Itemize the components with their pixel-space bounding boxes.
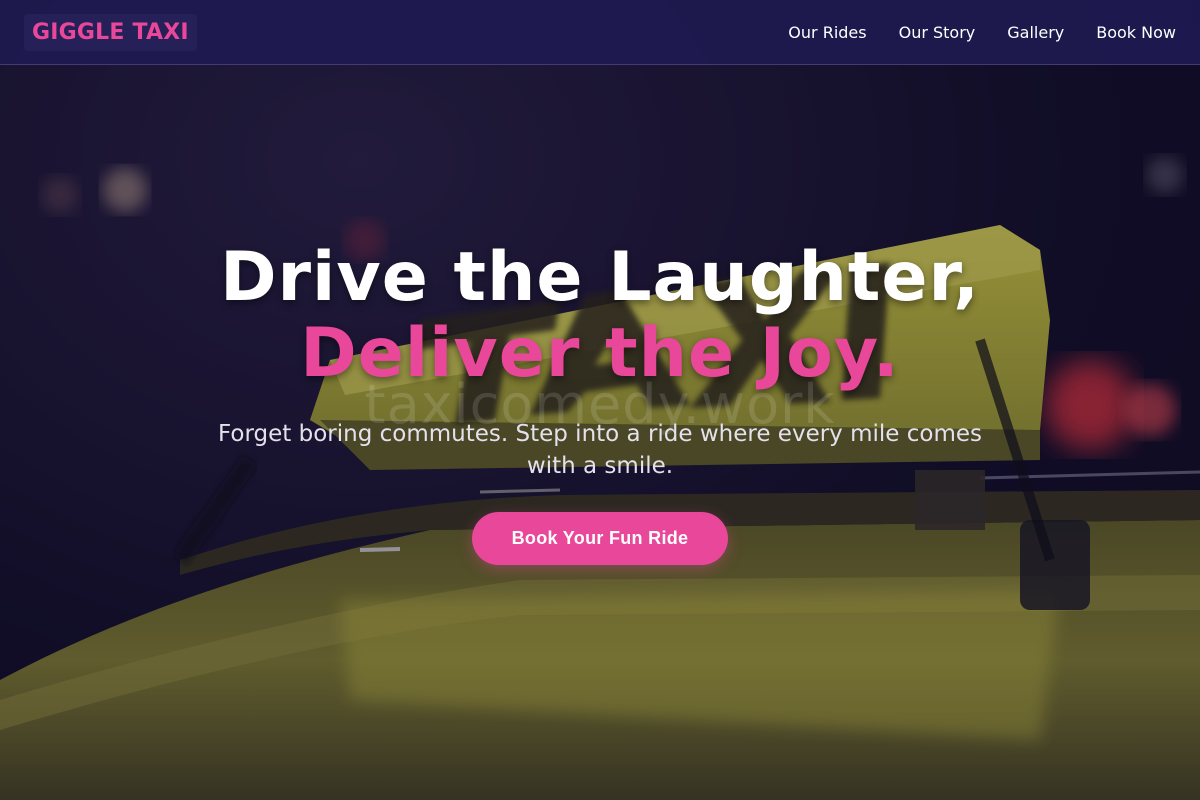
- brand-logo[interactable]: GIGGLE TAXI: [24, 13, 197, 51]
- top-nav-bar: GIGGLE TAXI Our Rides Our Story Gallery …: [0, 0, 1200, 65]
- hero-subtext: Forget boring commutes. Step into a ride…: [218, 421, 982, 479]
- hero-headline: Drive the Laughter, Deliver the Joy.: [0, 240, 1200, 392]
- nav-link-book-now[interactable]: Book Now: [1096, 23, 1176, 42]
- book-fun-ride-button[interactable]: Book Your Fun Ride: [471, 512, 729, 565]
- headline-line-1: Drive the Laughter,: [220, 238, 980, 317]
- headline-line-2: Deliver the Joy.: [300, 314, 900, 393]
- hero-section: Drive the Laughter, Deliver the Joy. For…: [0, 240, 1200, 565]
- nav-links: Our Rides Our Story Gallery Book Now: [788, 23, 1176, 42]
- nav-link-our-story[interactable]: Our Story: [899, 23, 976, 42]
- nav-link-our-rides[interactable]: Our Rides: [788, 23, 866, 42]
- nav-link-gallery[interactable]: Gallery: [1007, 23, 1064, 42]
